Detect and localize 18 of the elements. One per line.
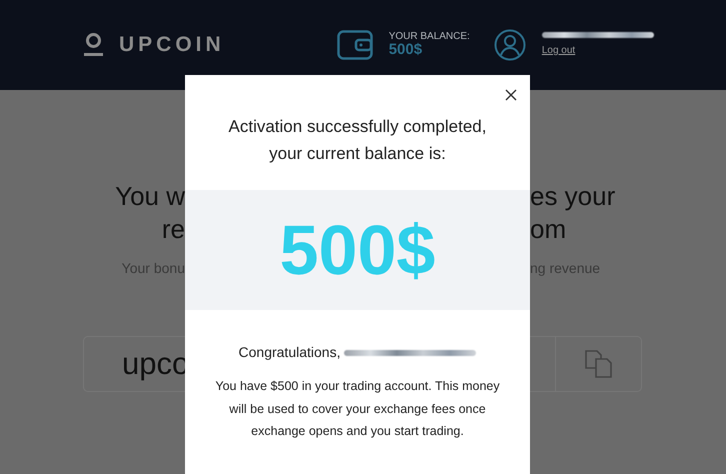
- copy-icon: [584, 349, 614, 379]
- heading-text: es your: [530, 180, 616, 213]
- heading-text: You w: [114, 180, 185, 213]
- message-text: You have $500 in your trading account. This money will be used to cover your exchange fees once exchange opens and you start trading.: [214, 378, 501, 440]
- balance-amount: 500$: [388, 42, 424, 59]
- modal-title: Activation successfully completed, your current balance is:: [228, 116, 488, 165]
- heading-text: om: [530, 213, 568, 246]
- wallet-icon: [336, 30, 373, 60]
- heading-text: re: [160, 213, 185, 246]
- greeting-text: Congratulations,: [238, 343, 340, 362]
- logout-link[interactable]: Log out: [542, 43, 654, 58]
- close-icon[interactable]: [505, 89, 517, 101]
- logo-icon: [84, 33, 103, 57]
- balance-label: YOUR BALANCE:: [388, 31, 470, 42]
- user-icon[interactable]: [494, 29, 526, 61]
- bonus-amount: 500$: [280, 215, 436, 285]
- logo-text: UPCOIN: [119, 32, 225, 58]
- link-field[interactable]: [530, 336, 642, 392]
